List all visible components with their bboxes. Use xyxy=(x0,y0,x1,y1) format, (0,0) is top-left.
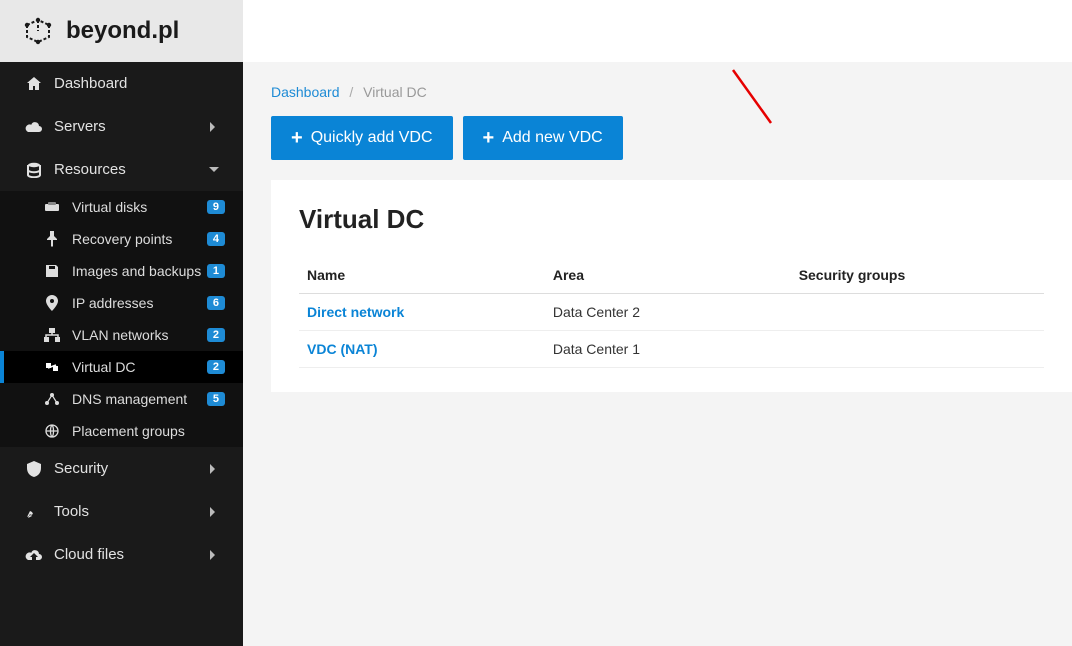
row-name-link[interactable]: Direct network xyxy=(307,304,404,320)
plus-icon: + xyxy=(483,128,495,148)
logo-text: beyond.pl xyxy=(66,17,179,45)
sidebar-item-ip-addresses[interactable]: IP addresses 6 xyxy=(0,287,243,319)
sidebar-item-dns-management[interactable]: DNS management 5 xyxy=(0,383,243,415)
nav-label: Dashboard xyxy=(54,75,225,92)
sidebar-item-resources[interactable]: Resources xyxy=(0,148,243,191)
col-area: Area xyxy=(545,257,791,294)
col-name: Name xyxy=(299,257,545,294)
sub-label: Virtual disks xyxy=(72,199,207,215)
action-buttons: + Quickly add VDC + Add new VDC xyxy=(243,110,1072,180)
sub-label: IP addresses xyxy=(72,295,207,311)
save-icon xyxy=(42,264,62,278)
table-row: Direct network Data Center 2 xyxy=(299,294,1044,331)
sidebar-item-recovery-points[interactable]: Recovery points 4 xyxy=(0,223,243,255)
table-header-row: Name Area Security groups xyxy=(299,257,1044,294)
sidebar-item-virtual-disks[interactable]: Virtual disks 9 xyxy=(0,191,243,223)
count-badge: 6 xyxy=(207,296,225,310)
page-title: Virtual DC xyxy=(299,204,1044,235)
row-security xyxy=(791,331,1044,368)
top-header xyxy=(243,0,1072,62)
count-badge: 1 xyxy=(207,264,225,278)
nav-label: Servers xyxy=(54,118,209,135)
nav-label: Security xyxy=(54,460,209,477)
sidebar-item-security[interactable]: Security xyxy=(0,447,243,490)
globe-icon xyxy=(42,424,62,438)
nav-label: Tools xyxy=(54,503,209,520)
sidebar-item-dashboard[interactable]: Dashboard xyxy=(0,62,243,105)
sidebar: beyond.pl Dashboard Servers xyxy=(0,0,243,646)
row-name-link[interactable]: VDC (NAT) xyxy=(307,341,378,357)
cloud-icon xyxy=(24,120,44,134)
tools-icon xyxy=(24,504,44,520)
breadcrumb: Dashboard / Virtual DC xyxy=(243,62,1072,110)
sidebar-item-servers[interactable]: Servers xyxy=(0,105,243,148)
breadcrumb-root[interactable]: Dashboard xyxy=(271,84,340,100)
button-label: Add new VDC xyxy=(502,129,603,147)
resources-subnav: Virtual disks 9 Recovery points 4 Images… xyxy=(0,191,243,447)
chevron-right-icon xyxy=(209,507,225,517)
logo-area: beyond.pl xyxy=(0,0,243,62)
sub-label: Images and backups xyxy=(72,263,207,279)
location-icon xyxy=(42,295,62,311)
sub-label: VLAN networks xyxy=(72,327,207,343)
nav-label: Cloud files xyxy=(54,546,209,563)
sub-label: Virtual DC xyxy=(72,359,207,375)
vdc-icon xyxy=(42,360,62,374)
home-icon xyxy=(24,76,44,92)
sidebar-item-placement-groups[interactable]: Placement groups xyxy=(0,415,243,447)
sidebar-item-virtual-dc[interactable]: Virtual DC 2 xyxy=(0,351,243,383)
col-security: Security groups xyxy=(791,257,1044,294)
dns-icon xyxy=(42,392,62,406)
sub-label: Placement groups xyxy=(72,423,225,439)
disk-icon xyxy=(42,201,62,213)
vdc-table: Name Area Security groups Direct network… xyxy=(299,257,1044,368)
sub-label: DNS management xyxy=(72,391,207,407)
pin-icon xyxy=(42,231,62,247)
row-area: Data Center 1 xyxy=(545,331,791,368)
logo-icon xyxy=(22,15,54,47)
count-badge: 4 xyxy=(207,232,225,246)
count-badge: 9 xyxy=(207,200,225,214)
chevron-right-icon xyxy=(209,550,225,560)
add-new-vdc-button[interactable]: + Add new VDC xyxy=(463,116,623,160)
network-icon xyxy=(42,328,62,342)
breadcrumb-separator: / xyxy=(349,84,353,100)
quickly-add-vdc-button[interactable]: + Quickly add VDC xyxy=(271,116,453,160)
plus-icon: + xyxy=(291,128,303,148)
vdc-panel: Virtual DC Name Area Security groups Dir… xyxy=(271,180,1072,392)
main-nav: Dashboard Servers xyxy=(0,62,243,646)
nav-label: Resources xyxy=(54,161,209,178)
database-icon xyxy=(24,162,44,178)
row-security xyxy=(791,294,1044,331)
cloud-upload-icon xyxy=(24,548,44,562)
count-badge: 2 xyxy=(207,328,225,342)
button-label: Quickly add VDC xyxy=(311,129,433,147)
chevron-right-icon xyxy=(209,122,225,132)
sidebar-item-vlan-networks[interactable]: VLAN networks 2 xyxy=(0,319,243,351)
count-badge: 2 xyxy=(207,360,225,374)
sub-label: Recovery points xyxy=(72,231,207,247)
sidebar-item-images-backups[interactable]: Images and backups 1 xyxy=(0,255,243,287)
sidebar-item-tools[interactable]: Tools xyxy=(0,490,243,533)
count-badge: 5 xyxy=(207,392,225,406)
chevron-down-icon xyxy=(209,166,225,173)
row-area: Data Center 2 xyxy=(545,294,791,331)
breadcrumb-current: Virtual DC xyxy=(363,84,427,100)
main-content: Dashboard / Virtual DC + Quickly add VDC… xyxy=(243,0,1072,646)
shield-icon xyxy=(24,461,44,477)
sidebar-item-cloud-files[interactable]: Cloud files xyxy=(0,533,243,576)
chevron-right-icon xyxy=(209,464,225,474)
table-row: VDC (NAT) Data Center 1 xyxy=(299,331,1044,368)
